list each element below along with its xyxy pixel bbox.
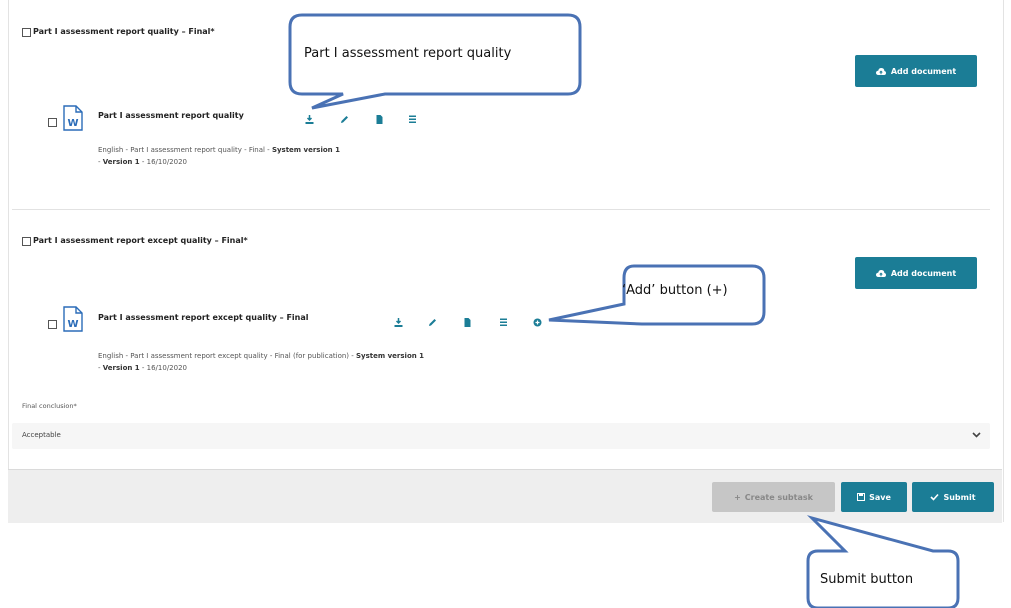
document-meta-line1: English - Part I assessment report quali… xyxy=(98,146,340,154)
section-title: Part I assessment report except quality … xyxy=(33,236,248,245)
document-meta-line2: - Version 1 - 16/10/2020 xyxy=(98,158,187,166)
floppy-disk-icon xyxy=(857,493,866,501)
save-label: Save xyxy=(869,492,891,502)
cloud-upload-icon xyxy=(875,67,886,75)
add-document-label: Add document xyxy=(890,66,957,76)
list-icon[interactable] xyxy=(499,318,508,327)
section-checkbox[interactable] xyxy=(22,237,31,246)
submit-label: Submit xyxy=(943,492,976,502)
svg-text:W: W xyxy=(67,319,78,330)
plus-icon: + xyxy=(734,492,741,502)
svg-text:W: W xyxy=(67,118,78,129)
edit-pencil-icon[interactable] xyxy=(428,318,437,327)
add-plus-icon[interactable] xyxy=(533,318,542,327)
download-icon[interactable] xyxy=(305,115,314,124)
edit-pencil-icon[interactable] xyxy=(340,115,349,124)
document-title[interactable]: Part I assessment report except quality … xyxy=(98,313,309,322)
create-subtask-label: Create subtask xyxy=(744,492,813,502)
callout-bubble-submit xyxy=(806,515,960,608)
chevron-down-icon xyxy=(972,432,981,438)
section-title: Part I assessment report quality – Final… xyxy=(33,27,215,36)
document-checkbox[interactable] xyxy=(48,320,57,329)
document-checkbox[interactable] xyxy=(48,118,57,127)
add-document-button[interactable]: Add document xyxy=(855,257,977,289)
final-conclusion-select[interactable]: Acceptable xyxy=(12,423,990,449)
create-subtask-button[interactable]: + Create subtask xyxy=(712,482,835,512)
save-button[interactable]: Save xyxy=(841,482,907,512)
cloud-upload-icon xyxy=(875,269,886,277)
add-document-label: Add document xyxy=(890,268,957,278)
final-conclusion-label: Final conclusion* xyxy=(22,402,77,410)
final-conclusion-value: Acceptable xyxy=(22,431,61,439)
callout-add-text: ‘Add’ button (+) xyxy=(622,283,728,298)
submit-button[interactable]: Submit xyxy=(912,482,994,512)
document-title[interactable]: Part I assessment report quality xyxy=(98,111,244,120)
document-meta-line1: English - Part I assessment report excep… xyxy=(98,352,425,360)
download-icon[interactable] xyxy=(394,318,403,327)
word-file-icon: W xyxy=(63,105,83,131)
section-divider xyxy=(12,209,990,210)
file-icon[interactable] xyxy=(375,115,384,124)
checkmark-icon xyxy=(930,493,940,501)
document-meta-line2: - Version 1 - 16/10/2020 xyxy=(98,364,187,372)
word-file-icon: W xyxy=(63,306,83,332)
file-icon[interactable] xyxy=(463,318,472,327)
callout-top-text: Part I assessment report quality xyxy=(304,46,512,61)
add-document-button[interactable]: Add document xyxy=(855,55,977,87)
callout-submit-text: Submit button xyxy=(820,572,914,587)
list-icon[interactable] xyxy=(408,115,417,124)
section-checkbox[interactable] xyxy=(22,28,31,37)
